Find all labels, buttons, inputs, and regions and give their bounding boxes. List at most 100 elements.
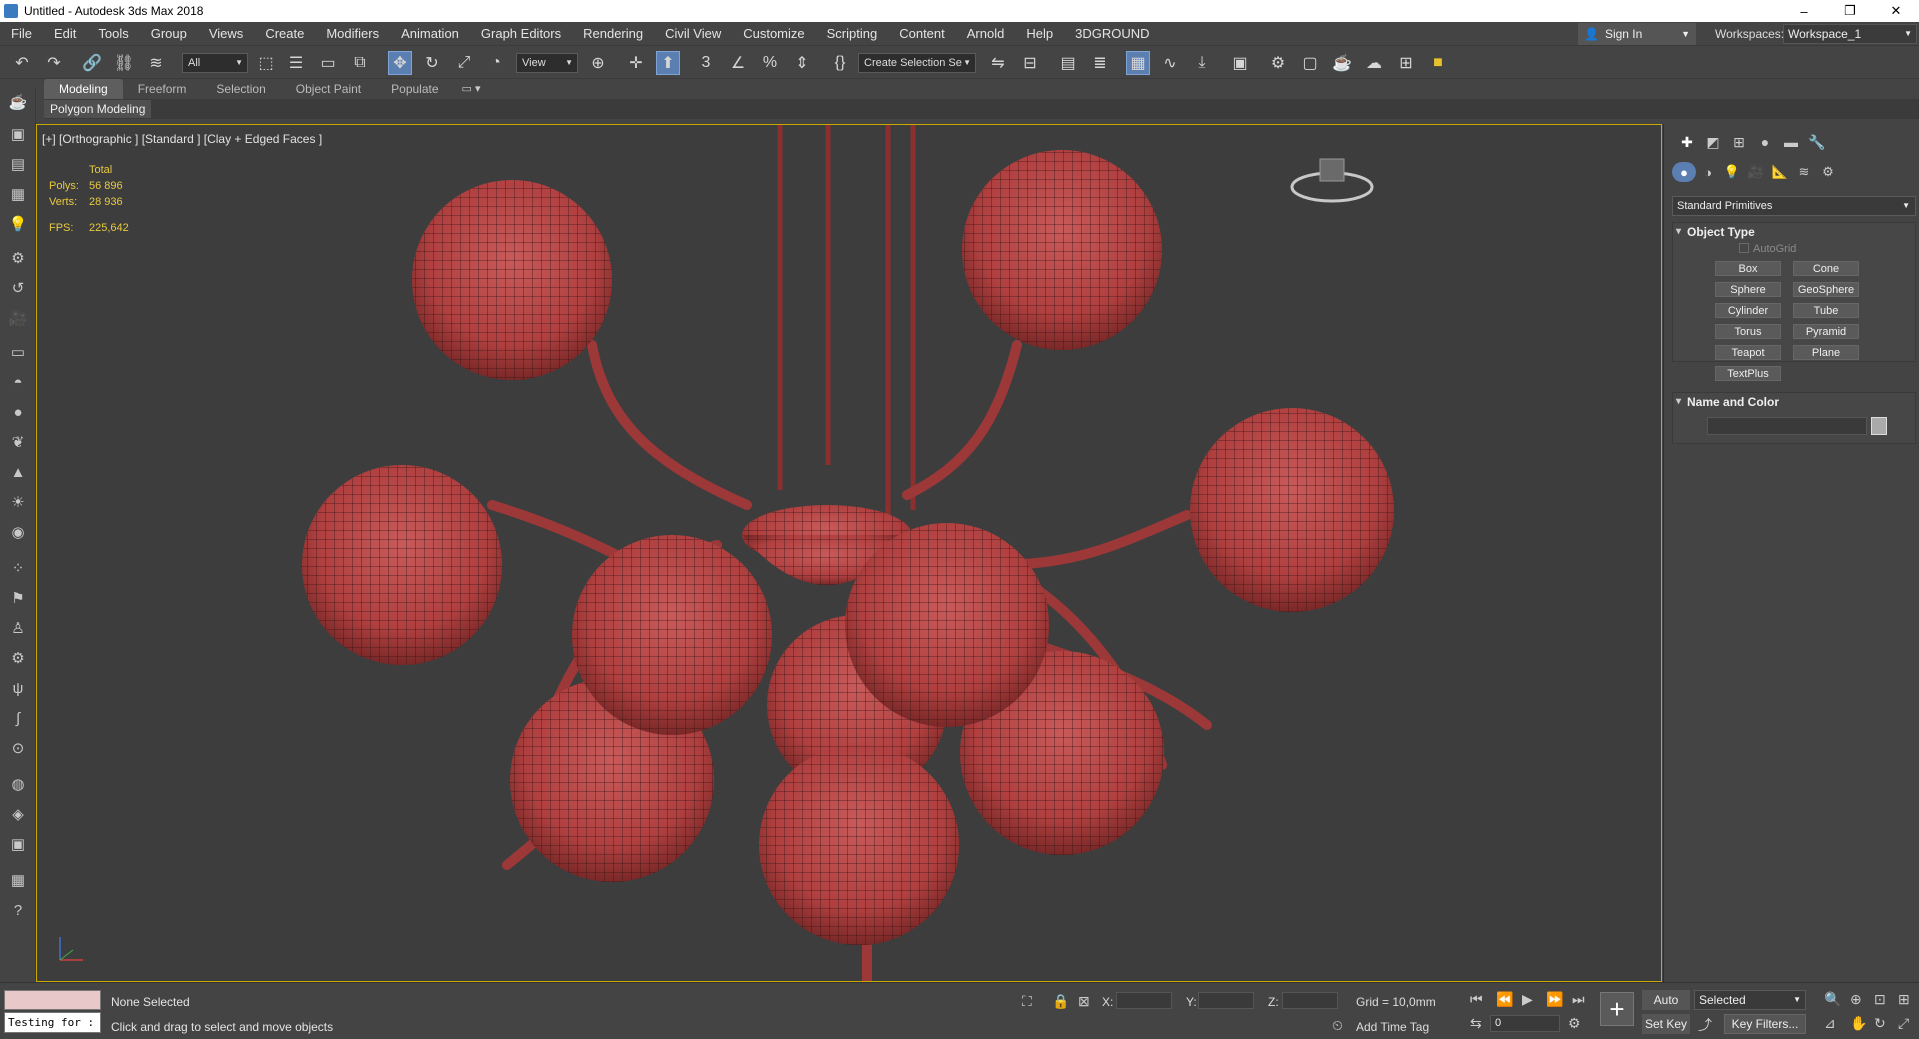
teapot-button[interactable]: Teapot — [1715, 345, 1781, 360]
systems-icon[interactable]: ⚙ — [1816, 162, 1840, 182]
isolate-selection-icon[interactable]: ⛶ — [1022, 993, 1032, 1010]
set-keys-button[interactable]: + — [1600, 992, 1634, 1026]
maximize-button[interactable]: ❐ — [1827, 0, 1873, 22]
viewport-icon[interactable]: ▣ — [6, 122, 30, 146]
menu-rendering[interactable]: Rendering — [572, 26, 654, 41]
select-scale-icon[interactable]: ⤢ — [452, 51, 476, 75]
menu-create[interactable]: Create — [254, 26, 315, 41]
z-coordinate-field[interactable] — [1282, 992, 1338, 1009]
edit-named-selection-icon[interactable]: {} — [828, 51, 852, 75]
torus-button[interactable]: Torus — [1715, 324, 1781, 339]
shapes-icon[interactable]: ◑ — [1696, 162, 1720, 182]
previous-frame-icon[interactable]: ⏪ — [1496, 991, 1513, 1008]
select-move-icon[interactable]: ✥ — [388, 51, 412, 75]
primitive-category-select[interactable]: Standard Primitives ▼ — [1672, 196, 1916, 216]
torus-knot-icon[interactable]: ❦ — [6, 430, 30, 454]
textplus-button[interactable]: TextPlus — [1715, 366, 1781, 381]
menu-modifiers[interactable]: Modifiers — [315, 26, 390, 41]
plane-button[interactable]: Plane — [1793, 345, 1859, 360]
sphere-button[interactable]: Sphere — [1715, 282, 1781, 297]
a360-gallery-icon[interactable]: ⊞ — [1394, 51, 1418, 75]
sign-in-button[interactable]: 👤 Sign In ▼ — [1578, 23, 1696, 45]
material-icon[interactable]: ◈ — [6, 802, 30, 826]
undo-icon[interactable]: ↶ — [10, 51, 34, 75]
key-mode-select[interactable]: Selected ▼ — [1694, 990, 1806, 1010]
named-selection-set-select[interactable]: Create Selection Se ▼ — [858, 53, 976, 73]
rotate-view-icon[interactable]: ↺ — [6, 276, 30, 300]
disk-icon[interactable]: ◉ — [6, 520, 30, 544]
teapot-icon[interactable]: ☕ — [6, 90, 30, 114]
box-button[interactable]: Box — [1715, 261, 1781, 276]
ribbon-options-icon[interactable]: ▭ ▾ — [462, 79, 481, 99]
tab-selection[interactable]: Selection — [201, 79, 280, 99]
utilities-tab-icon[interactable]: 🔧 — [1804, 132, 1830, 152]
globe-icon[interactable]: ◍ — [6, 772, 30, 796]
lights-icon[interactable]: 💡 — [1720, 162, 1744, 182]
reference-coordinate-select[interactable]: View ▼ — [516, 53, 578, 73]
mirror-icon[interactable]: ⇋ — [986, 51, 1010, 75]
play-icon[interactable]: ▶ — [1522, 991, 1533, 1008]
workspace-select[interactable]: Workspace_1 ▼ — [1783, 24, 1917, 44]
menu-group[interactable]: Group — [140, 26, 198, 41]
tab-object-paint[interactable]: Object Paint — [281, 79, 376, 99]
rect-selection-icon[interactable]: ▭ — [316, 51, 340, 75]
cone-button[interactable]: Cone — [1793, 261, 1859, 276]
menu-help[interactable]: Help — [1015, 26, 1064, 41]
menu-scripting[interactable]: Scripting — [816, 26, 889, 41]
hierarchy-tab-icon[interactable]: ⊞ — [1726, 132, 1752, 152]
3dground-icon[interactable]: ■ — [1426, 51, 1450, 75]
render-setup-icon[interactable]: ⚙ — [1266, 51, 1290, 75]
menu-graph-editors[interactable]: Graph Editors — [470, 26, 572, 41]
hemisphere-icon[interactable]: ◓ — [6, 370, 30, 394]
x-coordinate-field[interactable] — [1116, 992, 1172, 1009]
tab-modeling[interactable]: Modeling — [44, 79, 123, 99]
camera-icon[interactable]: 🎥 — [6, 306, 30, 330]
help-icon[interactable]: ? — [6, 898, 30, 922]
placement-icon[interactable]: ◔ — [484, 51, 508, 75]
add-time-tag[interactable]: Add Time Tag — [1356, 1020, 1429, 1034]
menu-animation[interactable]: Animation — [390, 26, 470, 41]
display-tab-icon[interactable]: ▬ — [1778, 132, 1804, 152]
name-and-color-header[interactable]: Name and Color — [1673, 393, 1915, 411]
menu-file[interactable]: File — [0, 26, 43, 41]
cylinder-button[interactable]: Cylinder — [1715, 303, 1781, 318]
zoom-extents-icon[interactable]: ⊡ — [1874, 991, 1886, 1008]
absolute-mode-icon[interactable]: ⊠ — [1078, 993, 1090, 1010]
bind-space-warp-icon[interactable]: ≋ — [144, 51, 168, 75]
particles-icon[interactable]: ⁘ — [6, 556, 30, 580]
minimize-button[interactable]: – — [1781, 0, 1827, 22]
scene-explorer-icon[interactable]: ▤ — [6, 152, 30, 176]
dynamics-icon[interactable]: ⚑ — [6, 586, 30, 610]
space-warps-icon[interactable]: ≋ — [1792, 162, 1816, 182]
table-icon[interactable]: ▦ — [6, 182, 30, 206]
cone-icon[interactable]: ▲ — [6, 460, 30, 484]
go-to-end-icon[interactable]: ⏭ — [1572, 991, 1585, 1008]
close-button[interactable]: ✕ — [1873, 0, 1919, 22]
tab-populate[interactable]: Populate — [376, 79, 453, 99]
manipulate-icon[interactable]: ✛ — [624, 51, 648, 75]
align-icon[interactable]: ⊟ — [1018, 51, 1042, 75]
select-object-icon[interactable]: ⬚ — [254, 51, 278, 75]
object-color-swatch[interactable] — [1871, 417, 1887, 435]
maxscript-input[interactable]: Testing for : — [4, 1012, 101, 1033]
percent-snap-icon[interactable]: % — [758, 51, 782, 75]
material-editor-icon[interactable]: ▣ — [1228, 51, 1252, 75]
menu-views[interactable]: Views — [198, 26, 254, 41]
helpers-icon[interactable]: 📐 — [1768, 162, 1792, 182]
render-in-cloud-icon[interactable]: ☁ — [1362, 51, 1386, 75]
plane-object-icon[interactable]: ▭ — [6, 340, 30, 364]
toggle-ribbon-icon[interactable]: ▦ — [1126, 51, 1150, 75]
render-production-icon[interactable]: ☕ — [1330, 51, 1354, 75]
schematic-view-icon[interactable]: ⤓ — [1190, 51, 1214, 75]
current-frame-field[interactable]: 0 — [1490, 1015, 1560, 1032]
y-coordinate-field[interactable] — [1198, 992, 1254, 1009]
maximize-viewport-icon[interactable]: ⤢ — [1898, 1015, 1909, 1032]
tube-button[interactable]: Tube — [1793, 303, 1859, 318]
sphere-icon[interactable]: ● — [6, 400, 30, 424]
set-key-button[interactable]: Set Key — [1642, 1014, 1690, 1034]
select-rotate-icon[interactable]: ↻ — [420, 51, 444, 75]
render-icon[interactable]: ▣ — [6, 832, 30, 856]
link-icon[interactable]: 🔗 — [80, 51, 104, 75]
toggle-layer-explorer-icon[interactable]: ≣ — [1088, 51, 1112, 75]
polygon-modeling-panel[interactable]: Polygon Modeling — [44, 100, 152, 118]
